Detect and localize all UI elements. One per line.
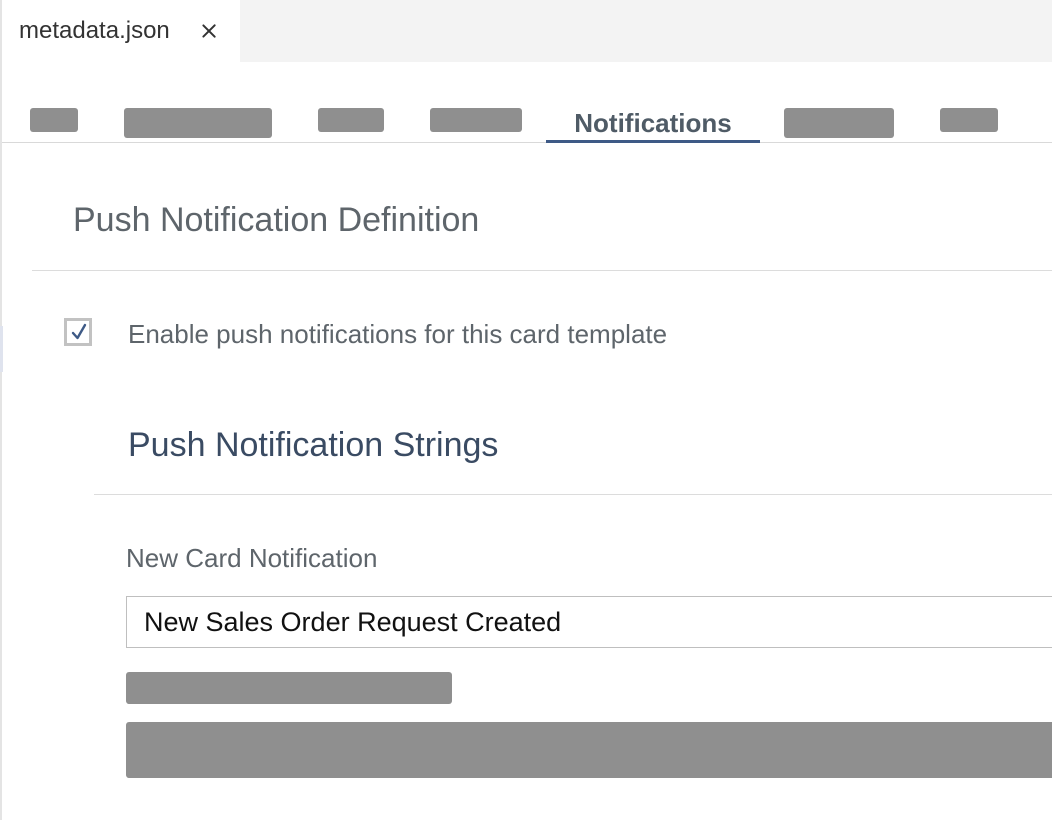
section-tab-bar: Notifications	[2, 62, 1052, 143]
enable-push-checkbox[interactable]	[64, 318, 92, 346]
new-card-notification-input[interactable]	[126, 596, 1052, 648]
tab-notifications-label: Notifications	[574, 108, 732, 138]
active-tab-indicator	[546, 140, 760, 143]
tab-redacted-1[interactable]	[30, 108, 78, 132]
enable-push-label: Enable push notifications for this card …	[128, 319, 668, 349]
tab-notifications[interactable]: Notifications	[546, 102, 760, 143]
close-icon[interactable]	[198, 20, 220, 42]
check-icon	[71, 323, 87, 340]
push-definition-title: Push Notification Definition	[73, 201, 480, 239]
editor-tab-label: metadata.json	[19, 17, 170, 44]
editor-tab-metadata[interactable]: metadata.json	[2, 0, 240, 62]
divider	[94, 494, 1052, 495]
new-card-notification-label: New Card Notification	[126, 543, 378, 573]
push-strings-title: Push Notification Strings	[128, 426, 499, 464]
divider	[32, 270, 1052, 271]
redacted-field-label	[126, 672, 452, 704]
tab-redacted-2[interactable]	[124, 108, 272, 138]
tab-redacted-5[interactable]	[784, 108, 894, 138]
tab-redacted-4[interactable]	[430, 108, 522, 132]
tab-redacted-6[interactable]	[940, 108, 998, 132]
tab-redacted-3[interactable]	[318, 108, 384, 132]
redacted-field-input[interactable]	[126, 722, 1052, 778]
editor-tab-strip: metadata.json	[2, 0, 1052, 62]
side-marker	[0, 326, 3, 372]
